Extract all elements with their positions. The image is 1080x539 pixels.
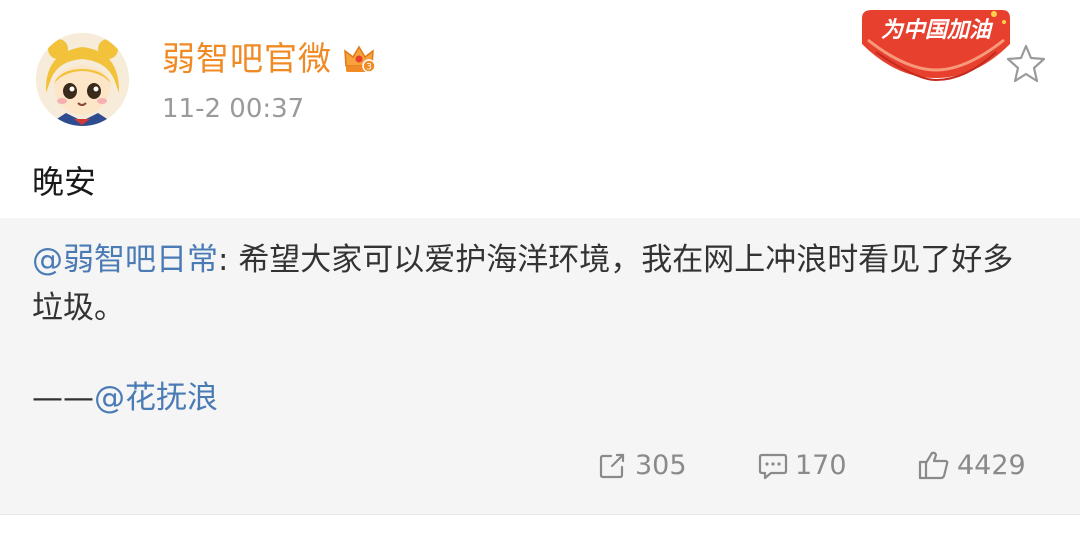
comment-button[interactable]: 170 (757, 443, 847, 487)
action-bar: 305 170 4429 (0, 443, 1080, 487)
post-text: 晚安 (32, 163, 97, 201)
weibo-post-card: 弱智吧官微 3 11-2 00:37 为中国加油 晚安 @弱智吧日常: 希望大家… (0, 0, 1080, 539)
repost-text: @弱智吧日常: 希望大家可以爱护海洋环境，我在网上冲浪时看见了好多垃圾。 (32, 236, 1042, 332)
vip-level: 3 (366, 63, 372, 73)
repost-button[interactable]: 305 (597, 443, 687, 487)
cheer-china-badge[interactable]: 为中国加油 (856, 0, 1016, 84)
repost-separator: : (218, 242, 239, 278)
comment-icon (758, 453, 788, 480)
like-count: 4429 (957, 449, 1026, 481)
repost-count: 305 (635, 449, 687, 481)
thumbs-up-icon (918, 451, 949, 480)
share-icon (599, 453, 625, 479)
repost-block[interactable]: @弱智吧日常: 希望大家可以爱护海洋环境，我在网上冲浪时看见了好多垃圾。 ——@… (0, 218, 1080, 514)
author-name[interactable]: 弱智吧官微 (162, 36, 332, 82)
author-line: 弱智吧官微 3 (162, 36, 376, 82)
repost-source-mention[interactable]: @弱智吧日常 (32, 242, 218, 278)
divider (0, 514, 1080, 515)
avatar[interactable] (36, 33, 129, 126)
signature-dash: —— (32, 380, 94, 416)
crown-level-icon[interactable]: 3 (342, 42, 376, 76)
comment-count: 170 (795, 449, 847, 481)
star-outline-icon[interactable] (1004, 42, 1048, 86)
avatar-image (36, 33, 129, 126)
like-button[interactable]: 4429 (917, 443, 1026, 487)
badge-text: 为中国加油 (881, 18, 994, 43)
repost-signature: ——@花抚浪 (32, 374, 218, 422)
post-timestamp: 11-2 00:37 (162, 94, 305, 124)
signature-mention[interactable]: @花抚浪 (94, 380, 218, 416)
